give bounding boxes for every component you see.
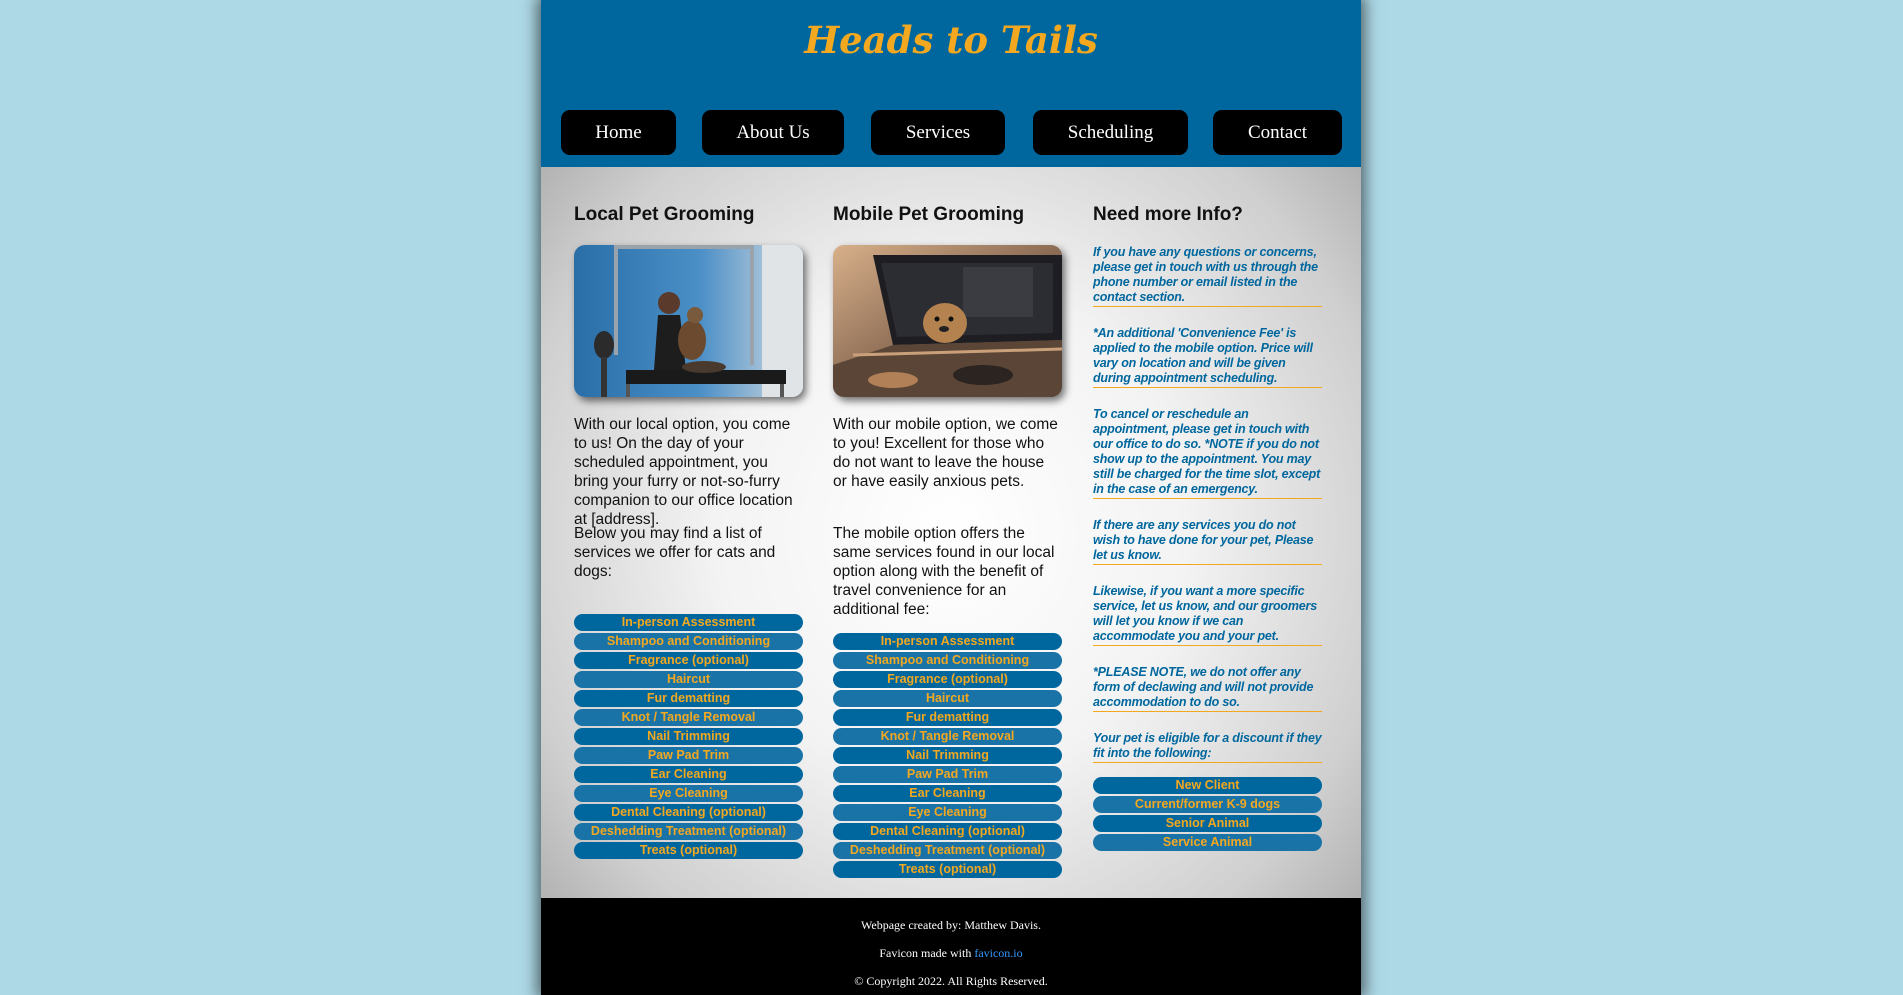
list-item: Eye Cleaning xyxy=(574,785,803,802)
list-item: Knot / Tangle Removal xyxy=(574,709,803,726)
info-note: Your pet is eligible for a discount if t… xyxy=(1093,731,1322,763)
footer-favicon-prefix: Favicon made with xyxy=(879,946,975,960)
info-note: If there are any services you do not wis… xyxy=(1093,518,1322,565)
list-item: Senior Animal xyxy=(1093,815,1322,832)
list-item: Deshedding Treatment (optional) xyxy=(833,842,1062,859)
list-item: Ear Cleaning xyxy=(833,785,1062,802)
list-item: Service Animal xyxy=(1093,834,1322,851)
footer-favicon-credit: Favicon made with favicon.io xyxy=(541,946,1361,961)
nav-home-button[interactable]: Home xyxy=(561,110,676,155)
footer-credit: Webpage created by: Matthew Davis. xyxy=(861,918,1041,932)
list-item: Current/former K-9 dogs xyxy=(1093,796,1322,813)
local-grooming-heading: Local Pet Grooming xyxy=(574,204,755,225)
list-item: Haircut xyxy=(574,671,803,688)
site-footer: Webpage created by: Matthew Davis. Favic… xyxy=(541,898,1361,995)
groomer-photo xyxy=(574,245,803,397)
list-item: Dental Cleaning (optional) xyxy=(574,804,803,821)
list-item: Fragrance (optional) xyxy=(833,671,1062,688)
list-item: Treats (optional) xyxy=(833,861,1062,878)
list-item: Treats (optional) xyxy=(574,842,803,859)
nav-about-us-button[interactable]: About Us xyxy=(702,110,844,155)
nav-contact-button[interactable]: Contact xyxy=(1213,110,1342,155)
list-item: Nail Trimming xyxy=(833,747,1062,764)
list-item: Paw Pad Trim xyxy=(833,766,1062,783)
dog-in-car-photo xyxy=(833,245,1062,397)
info-note: *An additional 'Convenience Fee' is appl… xyxy=(1093,326,1322,388)
list-item: In-person Assessment xyxy=(833,633,1062,650)
local-description: With our local option, you come to us! O… xyxy=(574,416,793,528)
list-item: Fur dematting xyxy=(574,690,803,707)
mobile-services-list: In-person Assessment Shampoo and Conditi… xyxy=(833,633,1062,880)
site-title: Heads to Tails xyxy=(804,18,1098,62)
list-item: New Client xyxy=(1093,777,1322,794)
info-note: To cancel or reschedule an appointment, … xyxy=(1093,407,1322,499)
main-content: Local Pet Grooming With our local option… xyxy=(541,167,1361,898)
local-services-intro: Below you may find a list of services we… xyxy=(574,525,776,580)
local-services-list: In-person Assessment Shampoo and Conditi… xyxy=(574,614,803,861)
list-item: Shampoo and Conditioning xyxy=(574,633,803,650)
list-item: Fragrance (optional) xyxy=(574,652,803,669)
list-item: Eye Cleaning xyxy=(833,804,1062,821)
list-item: Paw Pad Trim xyxy=(574,747,803,764)
info-note: If you have any questions or concerns, p… xyxy=(1093,245,1322,307)
info-note: *PLEASE NOTE, we do not offer any form o… xyxy=(1093,665,1322,712)
list-item: Haircut xyxy=(833,690,1062,707)
more-info-heading: Need more Info? xyxy=(1093,204,1243,225)
list-item: Dental Cleaning (optional) xyxy=(833,823,1062,840)
favicon-link[interactable]: favicon.io xyxy=(974,946,1022,960)
main-nav: Home About Us Services Scheduling Contac… xyxy=(541,110,1361,155)
info-notes-list: If you have any questions or concerns, p… xyxy=(1093,245,1322,763)
list-item: Knot / Tangle Removal xyxy=(833,728,1062,745)
list-item: Deshedding Treatment (optional) xyxy=(574,823,803,840)
nav-services-button[interactable]: Services xyxy=(871,110,1005,155)
nav-scheduling-button[interactable]: Scheduling xyxy=(1033,110,1188,155)
mobile-grooming-heading: Mobile Pet Grooming xyxy=(833,204,1025,225)
discount-list: New Client Current/former K-9 dogs Senio… xyxy=(1093,777,1322,853)
list-item: In-person Assessment xyxy=(574,614,803,631)
site-header: Heads to Tails Home About Us Services Sc… xyxy=(541,0,1361,167)
list-item: Ear Cleaning xyxy=(574,766,803,783)
footer-copyright: © Copyright 2022. All Rights Reserved. xyxy=(854,974,1048,988)
info-note: Likewise, if you want a more specific se… xyxy=(1093,584,1322,646)
list-item: Shampoo and Conditioning xyxy=(833,652,1062,669)
list-item: Fur dematting xyxy=(833,709,1062,726)
mobile-description: With our mobile option, we come to you! … xyxy=(833,416,1058,490)
page-container: Heads to Tails Home About Us Services Sc… xyxy=(541,0,1361,995)
mobile-services-intro: The mobile option offers the same servic… xyxy=(833,525,1055,618)
list-item: Nail Trimming xyxy=(574,728,803,745)
